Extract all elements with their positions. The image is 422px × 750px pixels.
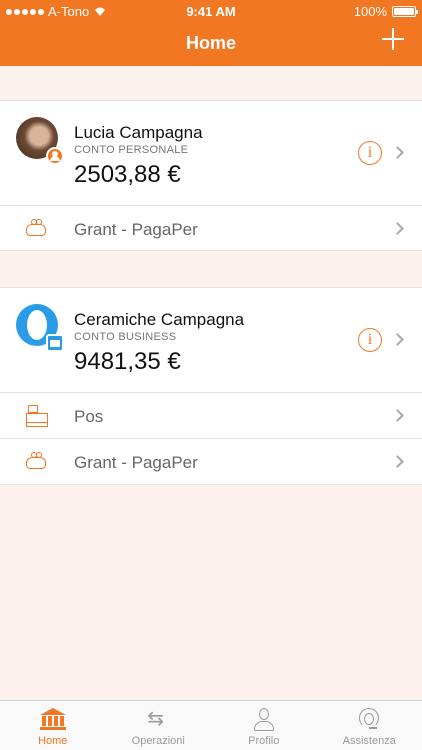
chevron-right-icon	[391, 333, 404, 346]
bank-icon	[39, 708, 66, 730]
info-icon[interactable]: i	[358, 328, 382, 352]
account-type: CONTO PERSONALE	[74, 144, 189, 156]
account-balance: 9481,35 €	[74, 348, 181, 375]
status-bar: A-Tono 9:41 AM 100%	[0, 0, 422, 22]
chevron-right-icon	[391, 455, 404, 468]
account-card-lucia: Lucia Campagna CONTO PERSONALE 2503,88 €…	[0, 100, 422, 251]
transfer-arrows-icon	[147, 706, 169, 731]
account-balance: 2503,88 €	[74, 161, 181, 188]
tab-label: Home	[38, 735, 68, 747]
battery-icon	[392, 6, 418, 17]
tab-assistenza[interactable]: Assistenza	[317, 701, 422, 750]
list-item-label: Grant - PagaPer	[74, 453, 198, 472]
tab-home[interactable]: Home	[0, 701, 106, 750]
person-icon	[253, 708, 275, 732]
chevron-right-icon	[391, 146, 404, 159]
chevron-right-icon	[391, 222, 404, 235]
personal-account-icon	[46, 147, 64, 165]
headset-icon	[357, 708, 381, 732]
purse-icon	[26, 219, 46, 236]
tab-profilo[interactable]: Profilo	[211, 701, 317, 750]
add-button[interactable]	[382, 28, 404, 50]
battery-percent: 100%	[353, 4, 387, 19]
tab-label: Operazioni	[131, 735, 185, 747]
header-bar: A-Tono 9:41 AM 100% Home	[0, 0, 422, 66]
business-account-icon	[46, 334, 64, 352]
list-item-label: Pos	[74, 407, 104, 426]
tab-label: Assistenza	[342, 735, 396, 747]
info-icon[interactable]: i	[358, 141, 382, 165]
purse-icon	[26, 452, 46, 469]
chevron-right-icon	[391, 409, 404, 422]
account-card-ceramiche: Ceramiche Campagna CONTO BUSINESS 9481,3…	[0, 287, 422, 485]
tab-operazioni[interactable]: Operazioni	[106, 701, 212, 750]
list-item[interactable]: Grant - PagaPer	[0, 206, 422, 252]
account-holder-name: Lucia Campagna	[74, 123, 203, 142]
account-summary[interactable]: Lucia Campagna CONTO PERSONALE 2503,88 €…	[0, 101, 422, 206]
account-holder-name: Ceramiche Campagna	[74, 310, 245, 329]
account-type: CONTO BUSINESS	[74, 331, 177, 343]
battery-info: 100%	[353, 4, 418, 19]
list-item-label: Grant - PagaPer	[74, 220, 198, 239]
list-item[interactable]: Pos	[0, 393, 422, 439]
page-title: Home	[185, 33, 236, 53]
tab-label: Profilo	[248, 735, 280, 747]
list-item[interactable]: Grant - PagaPer	[0, 439, 422, 485]
account-summary[interactable]: Ceramiche Campagna CONTO BUSINESS 9481,3…	[0, 288, 422, 393]
tab-bar: Home Operazioni Profilo Assistenza	[0, 700, 422, 750]
cash-register-icon	[26, 405, 48, 427]
